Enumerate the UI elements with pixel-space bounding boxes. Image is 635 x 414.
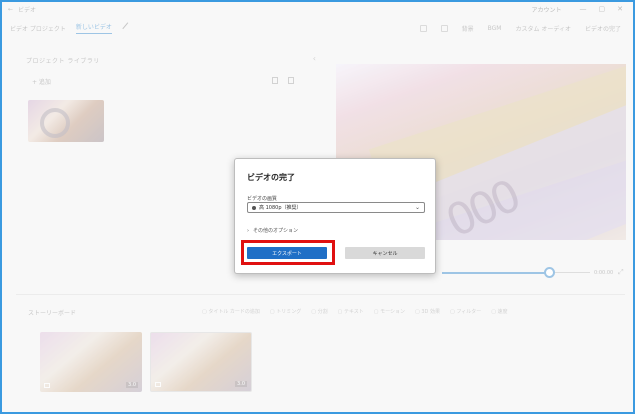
dialog-title: ビデオの完了 [247,173,295,182]
app-window: ← ビデオ アカウント — ▢ ✕ ビデオ プロジェクト 新しいビデオ 背景 B… [0,0,635,414]
chevron-down-icon: ⌄ [414,204,420,211]
more-options-label: その他のオプション [253,228,299,234]
selected-dot-icon [252,205,256,210]
cancel-button[interactable]: キャンセル [345,247,425,259]
quality-label: ビデオの画質 [247,196,278,202]
quality-value: 高 1080p（推奨） [259,205,302,211]
more-options-toggle[interactable]: › その他のオプション [247,227,298,234]
quality-select[interactable]: 高 1080p（推奨） ⌄ [247,202,425,213]
chevron-right-icon: › [247,228,249,234]
annotation-highlight-box [241,240,335,265]
finish-video-dialog: ビデオの完了 ビデオの画質 高 1080p（推奨） ⌄ › その他のオプション エ… [234,158,436,274]
